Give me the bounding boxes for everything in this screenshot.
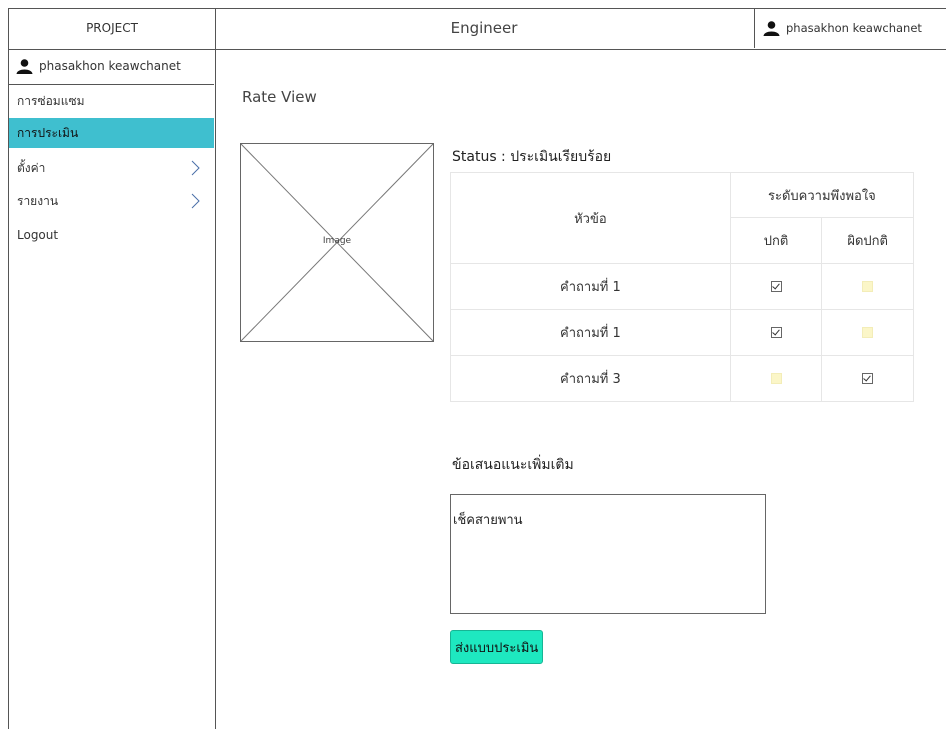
suggestion-title: ข้อเสนอแนะเพิ่มเติม [452,457,574,473]
abnormal-checkbox[interactable] [862,327,874,338]
page-title: Engineer [450,19,518,37]
sidebar-item-settings[interactable]: ตั้งค่า [9,153,214,183]
sidebar-item-label: Logout [17,228,59,242]
sidebar [8,48,216,729]
user-name: phasakhon keawchanet [786,21,922,35]
section-title: Rate View [242,88,317,106]
sidebar-item-label: ตั้งค่า [17,160,46,175]
rating-table: หัวข้อ ระดับความพึงพอใจ ปกติ ผิดปกติ คำถ… [450,172,915,402]
suggestion-textarea[interactable]: เช็คสายพาน [450,494,766,614]
abnormal-checkbox[interactable] [862,373,874,384]
question-cell: คำถามที่ 1 [450,309,731,356]
status-text: Status : ประเมินเรียบร้อย [452,149,612,165]
sidebar-user-name: phasakhon keawchanet [39,59,181,73]
sidebar-item-logout[interactable]: Logout [9,220,214,250]
sidebar-item-label: การประเมิน [17,125,79,140]
question-cell: คำถามที่ 1 [450,263,731,310]
user-icon [763,20,780,36]
sidebar-item-evaluation[interactable]: การประเมิน [9,118,214,148]
image-label: Image [322,236,352,246]
sidebar-item-label: การซ่อมแซม [17,93,85,108]
user-icon [16,58,33,74]
brand-logo[interactable]: PROJECT [8,8,216,48]
table-row: คำถามที่ 3 [450,355,914,402]
sidebar-item-report[interactable]: รายงาน [9,186,214,216]
abnormal-checkbox[interactable] [862,281,874,292]
table-row: คำถามที่ 1 [450,309,914,356]
chevron-right-icon [191,160,200,176]
question-cell: คำถามที่ 3 [450,355,731,402]
topic-header: หัวข้อ [450,172,731,264]
normal-checkbox[interactable] [770,327,782,338]
sidebar-item-repair[interactable]: การซ่อมแซม [9,86,214,116]
sidebar-item-label: รายงาน [17,193,59,208]
chevron-right-icon [191,193,200,209]
sidebar-user: phasakhon keawchanet [8,48,214,85]
table-row: คำถามที่ 1 [450,263,914,310]
normal-checkbox[interactable] [770,281,782,292]
normal-header: ปกติ [729,217,823,264]
satisfaction-header: ระดับความพึงพอใจ [729,172,915,218]
submit-evaluation-button[interactable]: ส่งแบบประเมิน [450,630,544,664]
normal-checkbox[interactable] [770,373,782,384]
user-menu[interactable]: phasakhon keawchanet [754,8,946,48]
abnormal-header: ผิดปกติ [821,217,914,264]
